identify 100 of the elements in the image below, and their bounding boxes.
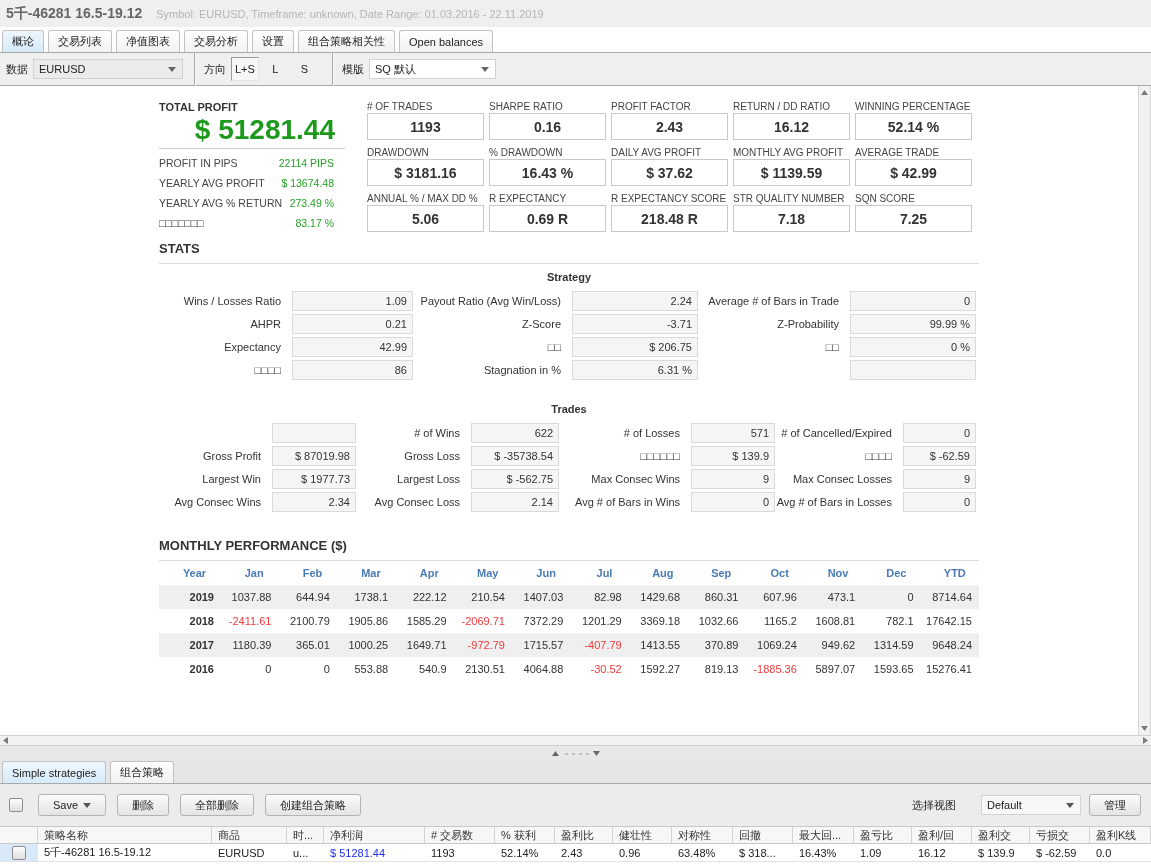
metric-label: R EXPECTANCY SCORE (611, 193, 728, 205)
tab[interactable]: 交易列表 (48, 30, 112, 52)
month-value-cell-text: 540.9 (418, 663, 448, 675)
column-header[interactable]: 策略名称 (38, 827, 212, 843)
month-value-cell-text: 210.54 (470, 591, 506, 603)
stat-value: $ -35738.54 (471, 446, 559, 466)
metric-label: ANNUAL % / MAX DD % (367, 193, 479, 205)
tab[interactable]: Simple strategies (2, 761, 107, 783)
subsection-title: Trades (550, 402, 588, 416)
stat-label: Expectancy (224, 341, 281, 353)
stat-label: Largest Loss (397, 473, 460, 485)
manage-button[interactable]: 管理 (1089, 794, 1141, 816)
column-header[interactable]: 盈利K线 (1090, 827, 1151, 843)
month-value-cell-text: 1585.29 (405, 615, 448, 627)
column-header[interactable]: 健壮性 (613, 827, 672, 843)
toolbar-button[interactable]: 删除 (117, 794, 170, 816)
window-subtitle: Symbol: EURUSD, Timeframe: unknown, Date Range: 01.03.2016 - 22.11.2019 (156, 7, 544, 20)
stat-value: 2.14 (471, 492, 559, 512)
stat-value: 0 % (850, 337, 976, 357)
stat-value: $ 206.75 (572, 337, 698, 357)
stat-label: □□ (547, 341, 561, 353)
scroll-up-icon[interactable] (1141, 90, 1148, 95)
caret-icon (480, 66, 489, 72)
month-value-cell-text: 553.88 (353, 663, 390, 675)
toolbar-button[interactable]: 创建组合策略 (265, 794, 362, 816)
tab[interactable]: 交易分析 (184, 30, 248, 52)
tab[interactable]: 组合策略 (110, 761, 175, 783)
column-header: Apr (418, 567, 440, 579)
vertical-scrollbar[interactable] (1138, 86, 1151, 735)
scroll-left-icon[interactable] (3, 737, 8, 744)
column-header[interactable]: 净利润 (324, 827, 425, 843)
view-dropdown[interactable]: Default (981, 795, 1081, 815)
scroll-down-icon[interactable] (1141, 726, 1148, 731)
tab[interactable]: 净值图表 (116, 30, 180, 52)
stat-value: 42.99 (292, 337, 413, 357)
direction-toggle[interactable]: S (291, 57, 317, 81)
save-menu-button[interactable]: Save (38, 794, 107, 816)
metric-value: 7.25 (855, 205, 972, 232)
table-cell-text: $ 139.9 (977, 845, 1016, 861)
month-value-cell-text: 1593.65 (872, 663, 915, 675)
metric-label: WINNING PERCENTAGE (855, 101, 972, 113)
month-value-cell-text: 1649.71 (405, 639, 448, 651)
tab[interactable]: 概论 (2, 30, 44, 52)
tab[interactable]: 设置 (252, 30, 294, 52)
column-header: Aug (651, 567, 675, 579)
stat-value: 2.34 (272, 492, 356, 512)
column-header[interactable]: % 获利 (495, 827, 555, 843)
toolbar-button[interactable]: 全部删除 (180, 794, 255, 816)
metric-label: DRAWDOWN (367, 147, 430, 159)
stat-label: □□ (825, 341, 839, 353)
stat-value: $ -62.59 (903, 446, 976, 466)
table-cell-text: EURUSD (217, 845, 266, 861)
template-dropdown[interactable]: SQ 默认 (368, 59, 496, 79)
month-value-cell-text: 0 (264, 663, 273, 675)
month-value-cell-text: 644.94 (295, 591, 331, 603)
stat-label: Avg Consec Wins (174, 496, 261, 508)
metric-label: RETURN / DD RATIO (733, 101, 832, 113)
metric-value: 218.48 R (611, 205, 728, 232)
table-cell-text: 1193 (430, 845, 456, 861)
caret-icon (168, 66, 176, 72)
table-cell-text: 5千-46281 16.5-19.12 (43, 845, 153, 860)
tab[interactable]: Open balances (399, 30, 493, 52)
month-value-cell-text: 1201.29 (580, 615, 623, 627)
column-header[interactable]: 盈利交 (972, 827, 1030, 843)
select-all-checkbox[interactable] (9, 798, 23, 812)
stat-value: 86 (292, 360, 413, 380)
scroll-right-icon[interactable] (1143, 737, 1148, 744)
subsection-title: Strategy (546, 270, 592, 284)
row-checkbox[interactable] (12, 845, 26, 860)
column-header[interactable]: 商品 (212, 827, 287, 843)
stat-value: 0 (850, 291, 976, 311)
caret-icon (1066, 802, 1074, 808)
metric-value: $ 42.99 (855, 159, 972, 186)
column-header[interactable]: 盈利比 (555, 827, 613, 843)
section-heading: STATS (159, 241, 979, 264)
column-header[interactable]: 盈亏比 (854, 827, 912, 843)
month-value-cell-text: 1738.1 (353, 591, 390, 603)
stat-value: $ 139.9 (691, 446, 775, 466)
metric-label: STR QUALITY NUMBER (733, 193, 846, 205)
direction-toggle[interactable]: L+S (231, 57, 259, 81)
summary-label: □□□□□□□ (159, 217, 204, 229)
month-value-cell-text: 370.89 (703, 639, 740, 651)
stat-value: 9 (903, 469, 976, 489)
splitter-handle-icon[interactable] (551, 749, 600, 757)
summary-value: 273.49 % (289, 197, 334, 209)
horizontal-scrollbar[interactable] (0, 735, 1151, 746)
column-header[interactable]: # 交易数 (425, 827, 495, 843)
column-header[interactable]: 盈利/回 (912, 827, 972, 843)
metric-value: $ 3181.16 (367, 159, 484, 186)
column-header[interactable]: 亏损交 (1030, 827, 1090, 843)
row-select-cell[interactable] (0, 844, 38, 861)
column-header[interactable]: 对称性 (672, 827, 733, 843)
column-header[interactable]: 时... (287, 827, 324, 843)
tab[interactable]: 组合策略相关性 (298, 30, 395, 52)
month-value-cell-text: 7372.29 (522, 615, 565, 627)
column-header[interactable]: 回撤 (733, 827, 793, 843)
column-header[interactable]: 最大回... (793, 827, 854, 843)
month-value-cell-text: 9648.24 (931, 639, 973, 651)
symbol-dropdown[interactable]: EURUSD (33, 59, 183, 79)
direction-toggle[interactable]: L (262, 57, 288, 81)
